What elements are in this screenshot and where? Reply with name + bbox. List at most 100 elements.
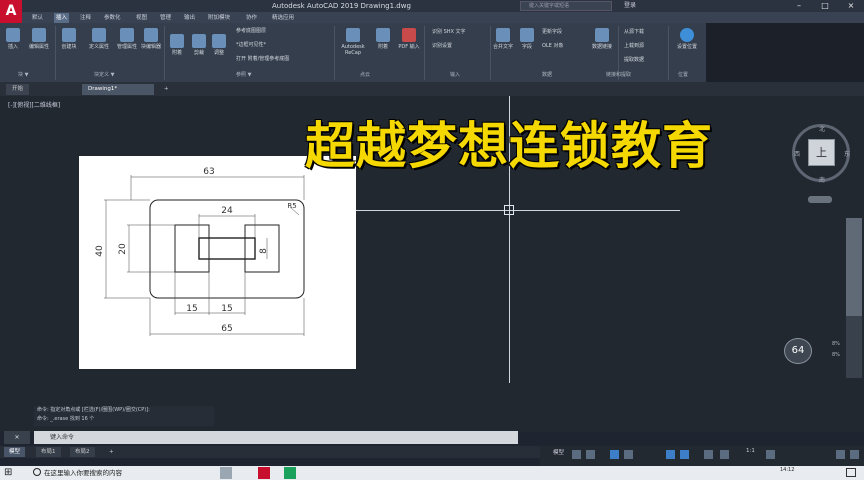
compass-south[interactable]: 南 — [819, 175, 825, 184]
adjust-icon — [212, 34, 226, 48]
underlay-layers-button[interactable]: 参考底图图层 — [236, 28, 266, 35]
polar-toggle-icon[interactable] — [624, 450, 633, 459]
tab-collaborate[interactable]: 协作 — [244, 13, 259, 23]
block-editor-button[interactable]: 块编辑器 — [140, 28, 162, 50]
data-link-button[interactable]: 数据链接 — [588, 28, 616, 50]
annotation-visibility-icon[interactable] — [720, 450, 729, 459]
extract-data-button[interactable]: 提取数据 — [624, 57, 644, 64]
sign-in-link[interactable]: 登录 — [624, 0, 636, 12]
pasted-drawing-image[interactable]: 63 24 40 20 8 15 15 65 R5 — [79, 156, 356, 369]
tab-view[interactable]: 视图 — [134, 13, 149, 23]
tab-start[interactable]: 开始 — [6, 84, 30, 95]
add-layout-button[interactable]: + — [104, 447, 119, 457]
attach-button[interactable]: 附着 — [166, 34, 188, 56]
compass-north[interactable]: 北 — [819, 124, 825, 133]
navigation-bar-strip[interactable] — [846, 218, 862, 316]
pdf-import-button[interactable]: PDF 输入 — [398, 28, 420, 50]
tab-layout1[interactable]: 布局1 — [36, 447, 61, 457]
tab-insert[interactable]: 插入 — [54, 13, 70, 23]
manage-attribute-button[interactable]: 管理属性 — [116, 28, 138, 50]
compass-west[interactable]: 西 — [794, 149, 800, 158]
fullscreen-icon[interactable] — [850, 450, 859, 459]
tab-model[interactable]: 模型 — [4, 447, 26, 457]
adjust-button[interactable]: 调整 — [208, 34, 230, 56]
update-fields-button[interactable]: 更新字段 — [542, 29, 562, 36]
frame-visibility-dropdown[interactable]: *边框可见性* — [236, 42, 266, 49]
tab-parametric[interactable]: 参数化 — [102, 13, 123, 23]
block-editor-icon — [144, 28, 158, 42]
app-logo-button[interactable]: A — [0, 0, 22, 24]
tab-drawing1[interactable]: Drawing1* — [82, 84, 154, 95]
customization-menu-icon[interactable] — [836, 450, 845, 459]
dim-top-width: 63 — [203, 167, 214, 177]
grid-toggle-icon[interactable] — [572, 450, 581, 459]
upload-to-source-button[interactable]: 上载到源 — [624, 43, 644, 50]
tab-manage[interactable]: 管理 — [158, 13, 173, 23]
app-taskbar-icon[interactable] — [284, 467, 296, 479]
download-from-source-button[interactable]: 从源下载 — [624, 29, 644, 36]
task-view-icon[interactable] — [220, 467, 232, 479]
tab-featured-apps[interactable]: 精选应用 — [270, 13, 296, 23]
ole-object-button[interactable]: OLE 对象 — [542, 43, 563, 50]
panel-label-reference[interactable]: 参照 ▼ — [236, 71, 251, 80]
search-input[interactable]: 键入关键字或短语 — [520, 1, 612, 11]
clip-button[interactable]: 剪裁 — [188, 34, 210, 56]
tab-annotate[interactable]: 注释 — [78, 13, 93, 23]
status-model-button[interactable]: 模型 — [553, 448, 564, 456]
tab-output[interactable]: 输出 — [182, 13, 197, 23]
command-line-close-icon[interactable]: ✕ — [4, 431, 30, 444]
tab-addins[interactable]: 附加模块 — [206, 13, 232, 23]
crosshair-horizontal — [356, 210, 680, 211]
edit-attribute-button[interactable]: 编辑属性 — [28, 28, 50, 50]
tab-default[interactable]: 默认 — [30, 13, 45, 23]
new-tab-button[interactable]: + — [158, 84, 175, 95]
lineweight-toggle-icon[interactable] — [704, 450, 713, 459]
command-input[interactable]: 键入命令 — [34, 431, 518, 444]
viewport-controls[interactable]: [-][俯视][二维线框] — [8, 100, 60, 109]
recap-button[interactable]: Autodesk ReCap — [338, 28, 368, 56]
tab-layout2[interactable]: 布局2 — [70, 447, 95, 457]
define-attribute-button[interactable]: 定义属性 — [88, 28, 110, 50]
maximize-button[interactable]: □ — [812, 0, 838, 12]
zoom-percent-badge: 64 — [784, 338, 812, 364]
otrack-toggle-icon[interactable] — [680, 450, 689, 459]
minimize-button[interactable]: – — [786, 0, 812, 12]
external-references-button[interactable]: 打开 附着/管理参考底图 — [236, 56, 289, 63]
ortho-toggle-icon[interactable] — [610, 450, 619, 459]
taskbar-search-input[interactable]: 在这里输入你要搜索的内容 — [30, 467, 206, 479]
recognition-settings-button[interactable]: 识别设置 — [432, 43, 452, 50]
panel-divider — [668, 26, 669, 80]
pointcloud-attach-button[interactable]: 附着 — [372, 28, 394, 50]
recognize-shx-button[interactable]: 识别 SHX 文字 — [432, 29, 466, 36]
autocad-taskbar-icon[interactable] — [258, 467, 270, 479]
viewcube-top-face[interactable]: 上 — [808, 139, 835, 166]
field-button[interactable]: 字段 — [516, 28, 538, 50]
panel-label-block-definition[interactable]: 块定义 ▼ — [94, 71, 114, 80]
panel-label-block[interactable]: 块 ▼ — [18, 71, 28, 80]
recap-icon — [346, 28, 360, 42]
compass-east[interactable]: 东 — [844, 149, 850, 158]
panel-divider — [424, 26, 425, 80]
notification-icon[interactable] — [846, 468, 856, 477]
annotation-scale[interactable]: 1:1 — [746, 448, 755, 454]
wcs-menu-button[interactable] — [808, 196, 832, 203]
osnap-toggle-icon[interactable] — [666, 450, 675, 459]
create-block-icon — [62, 28, 76, 42]
globe-icon — [680, 28, 694, 42]
command-history: 命令: 指定对角点或 [栏选(F)/圈围(WP)/圈交(CP)]: 命令: _.… — [34, 406, 214, 426]
panel-divider — [334, 26, 335, 80]
snap-toggle-icon[interactable] — [586, 450, 595, 459]
create-block-button[interactable]: 创建块 — [58, 28, 80, 50]
combine-text-button[interactable]: 合并文字 — [492, 28, 514, 50]
workspace-gear-icon[interactable] — [766, 450, 775, 459]
windows-start-icon[interactable]: ⊞ — [4, 467, 14, 478]
insert-block-button[interactable]: 插入 — [2, 28, 24, 50]
set-location-button[interactable]: 设置位置 — [674, 28, 700, 50]
left-slot — [174, 224, 210, 273]
center-bar — [198, 237, 256, 260]
dim-mid-offset: 15 — [221, 304, 232, 314]
close-button[interactable]: × — [838, 0, 864, 12]
panel-divider — [164, 26, 165, 80]
taskbar-clock[interactable]: 14:12 — [780, 467, 794, 473]
pointcloud-icon — [376, 28, 390, 42]
